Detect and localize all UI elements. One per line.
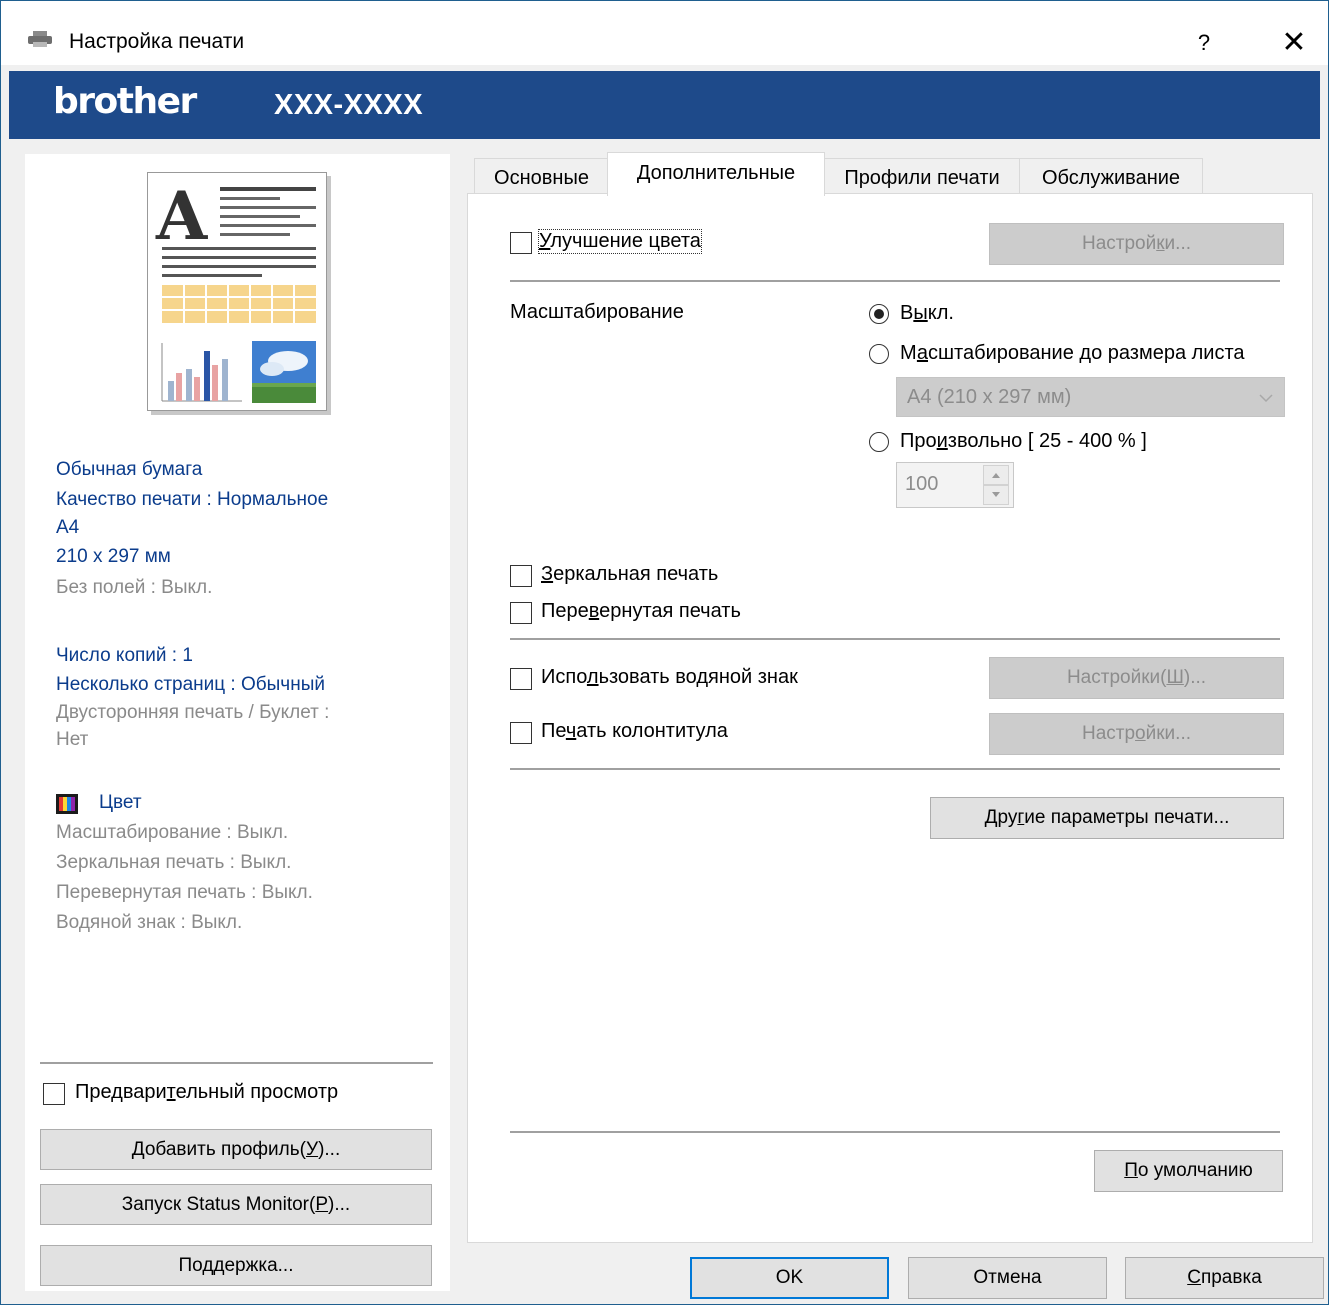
scaling-percent-stepper[interactable]: 100: [896, 462, 1014, 508]
scaling-off-radio[interactable]: [869, 304, 889, 324]
mirror-print-checkbox[interactable]: [510, 565, 532, 587]
scaling-off-label[interactable]: Выкл.: [900, 302, 954, 325]
printer-icon: [28, 31, 52, 47]
color-enhance-label[interactable]: Улучшение цвета: [538, 229, 702, 254]
stepper-down-icon[interactable]: [983, 485, 1009, 505]
paper-size-value: A4 (210 x 297 мм): [907, 386, 1072, 408]
summary-duplex: Двусторонняя печать / Буклет :: [56, 702, 330, 723]
header-footer-settings-button[interactable]: Настройки...: [989, 713, 1284, 755]
separator-3: [510, 768, 1280, 770]
summary-copies: Число копий : 1: [56, 645, 193, 666]
header-footer-checkbox[interactable]: [510, 722, 532, 744]
ok-button[interactable]: OK: [690, 1257, 889, 1299]
other-print-options-button[interactable]: Другие параметры печати...: [930, 797, 1284, 839]
help-title-button[interactable]: ?: [1179, 21, 1229, 65]
scaling-fit-label[interactable]: Масштабирование до размера листа: [900, 342, 1245, 365]
mirror-print-label[interactable]: Зеркальная печать: [541, 563, 718, 586]
page-preview-image: A: [147, 172, 327, 411]
preview-checkbox-label[interactable]: Предварительный просмотр: [75, 1081, 338, 1104]
status-monitor-button[interactable]: Запуск Status Monitor(Р)...: [40, 1184, 432, 1225]
summary-watermark: Водяной знак : Выкл.: [56, 912, 243, 933]
summary-borderless: Без полей : Выкл.: [56, 577, 213, 598]
header-footer-label[interactable]: Печать колонтитула: [541, 720, 728, 743]
tab-basic[interactable]: Основные: [474, 158, 609, 194]
cancel-button[interactable]: Отмена: [908, 1257, 1107, 1299]
color-enhance-checkbox[interactable]: [510, 232, 532, 254]
left-separator: [40, 1062, 433, 1064]
tab-print-profiles[interactable]: Профили печати: [823, 158, 1021, 194]
scaling-free-radio[interactable]: [869, 432, 889, 452]
title-bar: Настройка печати ? ✕: [1, 1, 1328, 65]
separator-2: [510, 638, 1280, 640]
summary-duplex-value: Нет: [56, 729, 89, 750]
tab-advanced[interactable]: Дополнительные: [607, 152, 825, 196]
summary-dimensions: 210 x 297 мм: [56, 546, 171, 567]
watermark-settings-button[interactable]: Настройки(Ш)...: [989, 657, 1284, 699]
printer-model: XXX-XXXX: [274, 89, 424, 121]
stepper-up-icon[interactable]: [983, 465, 1009, 485]
scaling-label: Масштабирование: [510, 301, 684, 323]
separator-4: [510, 1131, 1280, 1133]
reverse-print-label[interactable]: Перевернутая печать: [541, 600, 741, 623]
help-button[interactable]: Справка: [1125, 1257, 1324, 1299]
summary-color: Цвет: [99, 792, 142, 813]
scaling-fit-radio[interactable]: [869, 344, 889, 364]
default-button[interactable]: По умолчанию: [1094, 1150, 1283, 1192]
summary-paper-size: A4: [56, 517, 80, 538]
chevron-down-icon: [1259, 394, 1273, 403]
color-icon: [56, 794, 78, 814]
summary-mirror: Зеркальная печать : Выкл.: [56, 852, 292, 873]
tab-maintenance[interactable]: Обслуживание: [1019, 158, 1203, 194]
brand-banner: brother XXX-XXXX: [9, 71, 1320, 139]
scaling-free-label[interactable]: Произвольно [ 25 - 400 % ]: [900, 430, 1147, 453]
reverse-print-checkbox[interactable]: [510, 602, 532, 624]
watermark-label[interactable]: Использовать водяной знак: [541, 666, 798, 689]
add-profile-button[interactable]: Добавить профиль(У)...: [40, 1129, 432, 1170]
close-icon[interactable]: ✕: [1269, 21, 1319, 65]
watermark-checkbox[interactable]: [510, 668, 532, 690]
summary-scaling: Масштабирование : Выкл.: [56, 822, 289, 843]
summary-paper-type: Обычная бумага: [56, 459, 203, 480]
window-title: Настройка печати: [69, 30, 245, 53]
separator-1: [510, 280, 1280, 282]
brother-logo: brother: [53, 81, 197, 122]
settings-summary-panel: A Обычная бумага Качество печати: Норма…: [25, 154, 450, 1291]
scaling-percent-value: 100: [905, 473, 939, 495]
summary-reverse: Перевернутая печать : Выкл.: [56, 882, 313, 903]
summary-multiple-pages: Несколько страниц : Обычный: [56, 674, 325, 695]
support-button[interactable]: Поддержка...: [40, 1245, 432, 1286]
paper-size-select[interactable]: A4 (210 x 297 мм): [896, 377, 1285, 417]
preview-checkbox[interactable]: [43, 1083, 65, 1105]
svg-text:A: A: [155, 177, 208, 255]
color-settings-button[interactable]: Настройки...: [989, 223, 1284, 265]
summary-print-quality: Качество печати : Нормальное: [56, 489, 329, 510]
